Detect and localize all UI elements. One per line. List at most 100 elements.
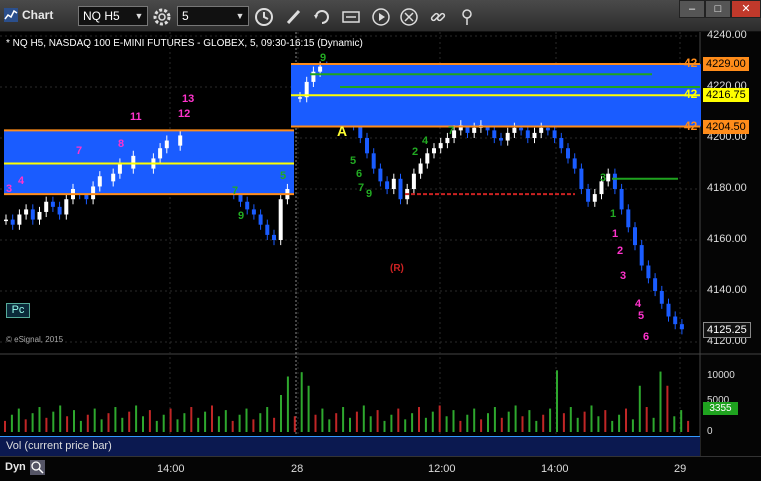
volume-bar bbox=[521, 416, 524, 432]
candle-body bbox=[17, 214, 22, 225]
candle-body bbox=[566, 148, 570, 159]
clock-icon[interactable] bbox=[253, 6, 275, 28]
chart-annotation: A bbox=[337, 123, 348, 139]
candle-body bbox=[251, 209, 256, 215]
play-icon[interactable] bbox=[370, 6, 392, 28]
volume-bar bbox=[487, 413, 489, 432]
volume-bar bbox=[445, 416, 448, 432]
data-window-icon[interactable] bbox=[340, 6, 362, 28]
volume-bar bbox=[590, 405, 593, 432]
candle-body bbox=[64, 199, 69, 215]
chevron-down-icon[interactable]: ▼ bbox=[131, 7, 147, 25]
candle-body bbox=[178, 135, 183, 146]
symbol-dropdown[interactable]: NQ H5 ▼ bbox=[78, 6, 148, 26]
minimize-button[interactable]: – bbox=[679, 0, 705, 18]
volume-bar bbox=[335, 413, 338, 432]
volume-bar bbox=[307, 385, 310, 432]
volume-bar bbox=[66, 416, 69, 432]
candle-body bbox=[633, 227, 637, 246]
volume-bar bbox=[10, 414, 13, 432]
volume-bar bbox=[514, 405, 517, 432]
volume-bar bbox=[197, 417, 200, 432]
candle-body bbox=[351, 112, 356, 126]
time-axis-bar: Dyn 14:00 28 12:00 14:00 29 bbox=[0, 456, 761, 481]
gear-icon[interactable] bbox=[151, 6, 173, 28]
pc-button[interactable]: Pc bbox=[6, 303, 30, 318]
chart-annotation: 3 bbox=[600, 172, 607, 184]
candle-body bbox=[519, 127, 524, 131]
candle-body bbox=[298, 97, 302, 99]
candle-body bbox=[552, 130, 557, 138]
price-badge: 4229.00 bbox=[703, 57, 749, 72]
volume-bar bbox=[252, 419, 255, 432]
volume-bar bbox=[107, 413, 110, 432]
xtick-label: 28 bbox=[291, 463, 304, 475]
volume-bar bbox=[611, 420, 614, 432]
dyn-label[interactable]: Dyn bbox=[5, 461, 26, 473]
chart-annotation: 8 bbox=[118, 138, 125, 150]
chart-annotation: 7 bbox=[358, 182, 365, 194]
volume-bar bbox=[24, 419, 27, 432]
candle-body bbox=[592, 194, 597, 202]
candle-body bbox=[492, 130, 497, 138]
volume-bar bbox=[680, 410, 683, 432]
volume-bar bbox=[17, 408, 20, 432]
candle-body bbox=[612, 173, 617, 189]
volume-panel-label[interactable]: Vol (current price bar) bbox=[0, 436, 700, 456]
day1-range-band bbox=[4, 130, 294, 195]
candle-body bbox=[131, 155, 136, 169]
candle-body bbox=[619, 189, 624, 210]
candle-body bbox=[525, 130, 530, 138]
candle-body bbox=[164, 140, 169, 149]
volume-current-badge: 3355 bbox=[703, 402, 738, 415]
chart-annotation: 7 bbox=[448, 125, 455, 137]
copyright-text: © eSignal, 2015 bbox=[6, 335, 64, 344]
volume-bar bbox=[259, 413, 262, 432]
volume-bar bbox=[687, 420, 690, 432]
chart-annotation: 4 bbox=[635, 298, 642, 310]
zoom-icon[interactable] bbox=[30, 460, 45, 475]
price-chart[interactable] bbox=[0, 32, 761, 456]
candle-body bbox=[265, 224, 270, 235]
candle-body bbox=[338, 92, 343, 103]
volume-bar bbox=[266, 407, 269, 432]
volume-bar bbox=[549, 408, 552, 432]
interval-dropdown[interactable]: 5 ▼ bbox=[177, 6, 249, 26]
candle-body bbox=[318, 66, 323, 72]
candle-body bbox=[586, 189, 591, 202]
volume-bar bbox=[286, 376, 289, 432]
volume-bar bbox=[480, 419, 483, 432]
price-badge: 4204.50 bbox=[703, 119, 749, 134]
close-button[interactable]: ✕ bbox=[731, 0, 761, 18]
volume-bar bbox=[418, 407, 420, 432]
volume-bar bbox=[625, 408, 627, 432]
volume-ytick-label: 10000 bbox=[707, 370, 735, 381]
chevron-down-icon[interactable]: ▼ bbox=[232, 7, 248, 25]
chart-annotation: 7 bbox=[76, 145, 83, 157]
volume-bar bbox=[666, 385, 669, 432]
link-icon[interactable] bbox=[427, 6, 449, 28]
volume-bar bbox=[383, 420, 386, 432]
volume-bar bbox=[314, 414, 317, 432]
volume-bar bbox=[556, 370, 558, 432]
candle-body bbox=[425, 153, 430, 164]
xtick-label: 29 bbox=[674, 463, 687, 475]
candle-body bbox=[371, 153, 376, 169]
ytick-label: 4240.00 bbox=[707, 29, 747, 41]
pencil-icon[interactable] bbox=[283, 6, 305, 28]
candle-body bbox=[365, 138, 369, 154]
volume-bar bbox=[245, 408, 248, 432]
volume-bar bbox=[500, 417, 503, 432]
volume-bar bbox=[31, 413, 34, 432]
close-circle-icon[interactable] bbox=[398, 6, 420, 28]
candle-body bbox=[606, 173, 611, 182]
candle-body bbox=[559, 138, 564, 149]
refresh-icon[interactable] bbox=[311, 6, 333, 28]
candle-body bbox=[91, 186, 96, 200]
maximize-button[interactable]: □ bbox=[705, 0, 731, 18]
pin-icon[interactable] bbox=[456, 6, 478, 28]
volume-bar bbox=[473, 408, 476, 432]
volume-bar bbox=[142, 416, 144, 432]
volume-bar bbox=[183, 413, 186, 432]
candle-body bbox=[646, 265, 651, 279]
